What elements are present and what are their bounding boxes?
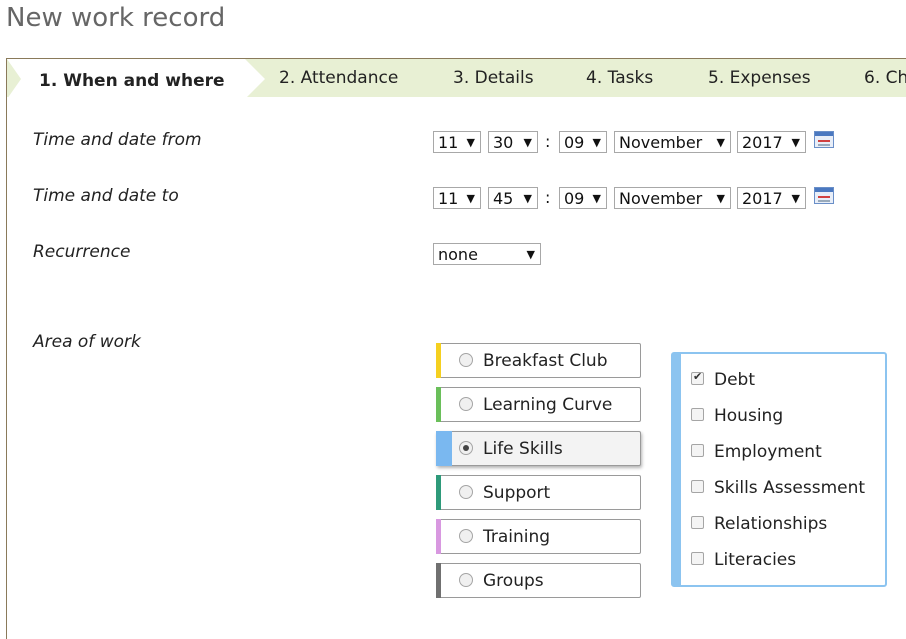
from-day-value: 09: [564, 133, 585, 152]
to-month-select[interactable]: November ▼: [614, 187, 731, 209]
tab-expenses[interactable]: 5. Expenses: [708, 59, 811, 97]
tab-when-and-where[interactable]: 1. When and where: [7, 59, 265, 99]
area-color-strip: [436, 343, 441, 378]
area-color-strip: [436, 519, 441, 554]
subarea-label: Debt: [714, 370, 756, 390]
area-color-strip: [436, 387, 441, 422]
checkbox-icon[interactable]: [691, 370, 704, 385]
chevron-down-icon: ▼: [466, 136, 475, 149]
chevron-down-icon: ▼: [526, 248, 535, 261]
radio-icon[interactable]: [459, 485, 473, 499]
tab-checks[interactable]: 6. Ch: [864, 59, 906, 97]
subarea-label: Employment: [714, 442, 822, 462]
radio-icon[interactable]: [459, 441, 473, 455]
radio-icon[interactable]: [459, 397, 473, 411]
tab-attendance[interactable]: 2. Attendance: [279, 59, 398, 97]
to-minute-select[interactable]: 45 ▼: [488, 187, 538, 209]
checkbox-icon[interactable]: [691, 480, 704, 493]
to-day-value: 09: [564, 189, 585, 208]
area-color-strip: [436, 563, 441, 598]
area-option-label: Training: [483, 527, 551, 547]
from-minute-value: 30: [493, 133, 514, 152]
subarea-label: Skills Assessment: [714, 478, 866, 498]
chevron-down-icon: ▼: [716, 136, 725, 149]
area-option-label: Groups: [483, 571, 544, 591]
from-year-value: 2017: [742, 133, 783, 152]
chevron-down-icon: ▼: [592, 136, 601, 149]
from-hour-select[interactable]: 11 ▼: [433, 131, 481, 153]
area-option-groups[interactable]: Groups: [436, 563, 641, 598]
from-month-select[interactable]: November ▼: [614, 131, 731, 153]
area-of-work-label: Area of work: [33, 332, 141, 352]
to-minute-value: 45: [493, 189, 514, 208]
time-separator: :: [545, 132, 551, 151]
radio-icon[interactable]: [459, 529, 473, 543]
checkbox-icon[interactable]: [691, 444, 704, 457]
area-option-label: Learning Curve: [483, 395, 613, 415]
area-option-training[interactable]: Training: [436, 519, 641, 554]
to-hour-select[interactable]: 11 ▼: [433, 187, 481, 209]
to-year-select[interactable]: 2017 ▼: [737, 187, 806, 209]
subarea-panel: Debt Housing Employment Skills Assessmen…: [671, 352, 887, 587]
calendar-icon[interactable]: [814, 131, 834, 148]
tab-tasks[interactable]: 4. Tasks: [586, 59, 653, 97]
chevron-down-icon: ▼: [791, 192, 800, 205]
recurrence-value: none: [438, 245, 478, 264]
tab-details[interactable]: 3. Details: [453, 59, 534, 97]
area-option-label: Life Skills: [483, 439, 563, 459]
checkbox-icon[interactable]: [691, 552, 704, 565]
area-option-label: Support: [483, 483, 551, 503]
chevron-down-icon: ▼: [791, 136, 800, 149]
from-year-select[interactable]: 2017 ▼: [737, 131, 806, 153]
radio-icon[interactable]: [459, 573, 473, 587]
to-month-value: November: [619, 189, 703, 208]
area-color-strip: [436, 431, 452, 466]
chevron-down-icon: ▼: [466, 192, 475, 205]
calendar-icon[interactable]: [814, 187, 834, 204]
area-option-breakfast-club[interactable]: Breakfast Club: [436, 343, 641, 378]
chevron-down-icon: ▼: [523, 136, 532, 149]
time-from-label: Time and date from: [33, 130, 202, 150]
time-separator: :: [545, 188, 551, 207]
area-option-life-skills[interactable]: Life Skills: [436, 431, 641, 466]
area-option-learning-curve[interactable]: Learning Curve: [436, 387, 641, 422]
to-hour-value: 11: [438, 189, 459, 208]
subarea-label: Literacies: [714, 550, 797, 570]
checkbox-icon[interactable]: [691, 408, 704, 421]
subarea-label: Housing: [714, 406, 784, 426]
from-minute-select[interactable]: 30 ▼: [488, 131, 538, 153]
from-hour-value: 11: [438, 133, 459, 152]
recurrence-select[interactable]: none ▼: [433, 243, 541, 265]
area-option-support[interactable]: Support: [436, 475, 641, 510]
checkbox-icon[interactable]: [691, 516, 704, 529]
page-title: New work record: [6, 3, 226, 33]
tab-bar: 1. When and where 2. Attendance 3. Detai…: [7, 59, 906, 99]
area-option-label: Breakfast Club: [483, 351, 608, 371]
chevron-down-icon: ▼: [523, 192, 532, 205]
time-to-label: Time and date to: [33, 186, 179, 206]
from-day-select[interactable]: 09 ▼: [559, 131, 607, 153]
subarea-label: Relationships: [714, 514, 828, 534]
radio-icon[interactable]: [459, 353, 473, 367]
recurrence-label: Recurrence: [33, 242, 131, 262]
area-color-strip: [436, 475, 441, 510]
to-day-select[interactable]: 09 ▼: [559, 187, 607, 209]
chevron-down-icon: ▼: [592, 192, 601, 205]
from-month-value: November: [619, 133, 703, 152]
chevron-down-icon: ▼: [716, 192, 725, 205]
to-year-value: 2017: [742, 189, 783, 208]
